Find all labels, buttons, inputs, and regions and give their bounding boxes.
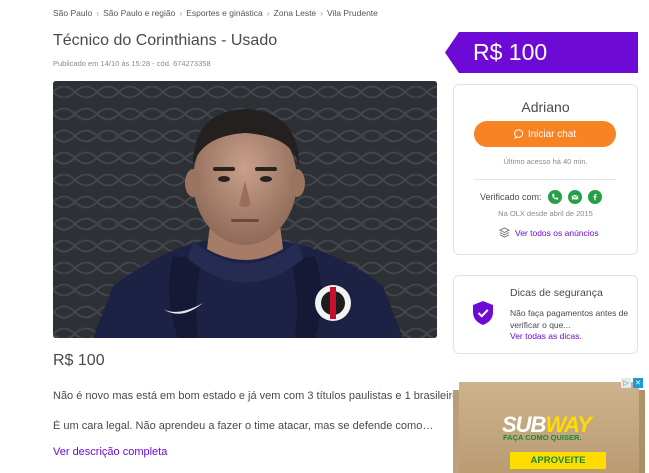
ad-info-icon[interactable]: ▷ [621, 378, 631, 388]
ad-close-icon[interactable]: ✕ [633, 378, 643, 388]
description-line: Não é novo mas está em bom estado e já v… [53, 390, 462, 402]
phone-icon [547, 190, 562, 204]
breadcrumb: São Paulo › São Paulo e região › Esportes e … [53, 8, 378, 18]
listing-title: Técnico do Corinthians - Usado [53, 32, 278, 49]
ad-tagline: FAÇA COMO QUISER. [503, 433, 582, 442]
breadcrumb-item[interactable]: São Paulo e região [103, 8, 175, 18]
description-line: É um cara legal. Não aprendeu a fazer o … [53, 420, 435, 432]
breadcrumb-separator: › [320, 8, 323, 18]
safety-tips-text: Não faça pagamentos antes de verificar o… [510, 308, 629, 330]
start-chat-label: Iniciar chat [527, 128, 577, 140]
breadcrumb-item[interactable]: São Paulo [53, 8, 92, 18]
all-ads-link[interactable]: Ver todos os anúncios [499, 227, 599, 238]
verified-label: Verificado com: [480, 192, 542, 202]
breadcrumb-separator: › [266, 8, 270, 18]
price-banner-value: R$ 100 [473, 39, 548, 65]
seller-name[interactable]: Adriano [454, 99, 637, 115]
divider [474, 179, 616, 180]
all-ads-label: Ver todos os anúncios [515, 227, 599, 238]
listing-meta: Publicado em 14/10 às 15:28 - cód. 67427… [53, 59, 211, 68]
safety-tips-card: Dicas de segurança Não faça pagamentos a… [453, 275, 638, 354]
listing-photo[interactable] [53, 81, 437, 338]
start-chat-button[interactable]: Iniciar chat [474, 121, 616, 147]
breadcrumb-item[interactable]: Vila Prudente [327, 8, 378, 18]
all-tips-link[interactable]: Ver todas as dicas. [510, 331, 582, 341]
full-description-link[interactable]: Ver descrição completa [53, 446, 167, 458]
member-since-text: Na OLX desde abril de 2015 [498, 209, 593, 218]
seller-card: Adriano Iniciar chat Último acesso há 40… [453, 84, 638, 255]
email-icon [567, 190, 582, 204]
price-banner: R$ 100 [445, 32, 638, 73]
last-access-text: Último acesso há 40 min. [503, 157, 588, 166]
listing-price: R$ 100 [53, 352, 105, 369]
facebook-icon [587, 190, 602, 204]
stack-icon [499, 227, 510, 238]
breadcrumb-item[interactable]: Zona Leste [274, 8, 317, 18]
chat-bubble-icon [513, 129, 523, 139]
advertisement-banner[interactable]: ▷ ✕ SUBWAY FAÇA COMO QUISER. APROVEITE [453, 376, 645, 473]
listing-photo-illustration [53, 81, 437, 338]
breadcrumb-separator: › [179, 8, 183, 18]
ad-cta-button[interactable]: APROVEITE [510, 452, 606, 469]
breadcrumb-item[interactable]: Esportes e ginástica [186, 8, 263, 18]
verified-row: Verificado com: [480, 190, 602, 204]
safety-tips-title: Dicas de segurança [510, 287, 603, 299]
breadcrumb-separator: › [96, 8, 100, 18]
shield-check-icon [473, 301, 493, 325]
